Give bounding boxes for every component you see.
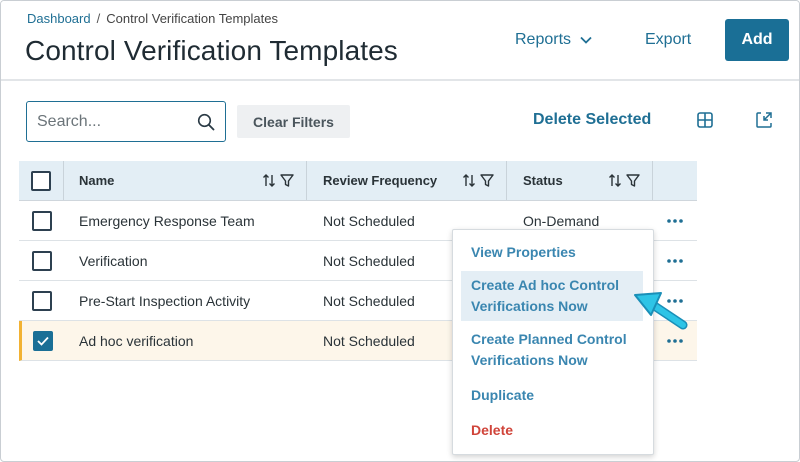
column-header-actions <box>653 161 697 200</box>
row-name: Emergency Response Team <box>79 212 255 229</box>
menu-item-create-adhoc-line1: Create Ad hoc Control <box>471 277 620 293</box>
page-title: Control Verification Templates <box>25 35 398 66</box>
row-checkbox[interactable] <box>31 210 52 231</box>
row-name: Verification <box>79 252 148 269</box>
row-checkbox-checked[interactable] <box>33 330 53 351</box>
delete-selected-button[interactable]: Delete Selected <box>533 111 651 129</box>
menu-item-create-adhoc[interactable]: Create Ad hoc Control Verifications Now <box>461 271 643 321</box>
menu-item-view-properties[interactable]: View Properties <box>453 238 653 267</box>
sort-icon[interactable] <box>608 173 622 188</box>
menu-item-create-planned-line2: Verifications Now <box>471 352 588 368</box>
row-actions-cell <box>653 201 697 240</box>
column-header-name[interactable]: Name <box>64 161 307 200</box>
column-status-label: Status <box>523 173 563 188</box>
more-actions-icon[interactable] <box>666 218 684 224</box>
row-select-cell <box>19 241 64 280</box>
table-header: Name Review Frequency Status <box>19 161 697 201</box>
menu-item-delete[interactable]: Delete <box>453 416 653 445</box>
menu-item-create-planned-line1: Create Planned Control <box>471 331 627 347</box>
filter-icon[interactable] <box>480 173 494 188</box>
reports-dropdown[interactable]: Reports <box>515 27 593 53</box>
add-button[interactable]: Add <box>725 19 789 61</box>
more-actions-icon[interactable] <box>666 338 684 344</box>
sort-icon[interactable] <box>462 173 476 188</box>
clear-filters-button[interactable]: Clear Filters <box>237 105 350 138</box>
export-button[interactable]: Export <box>645 27 691 53</box>
row-name: Ad hoc verification <box>79 332 194 349</box>
header-select-all-cell <box>19 161 64 200</box>
row-actions-cell <box>653 241 697 280</box>
checkmark-icon <box>37 336 49 346</box>
search-box <box>26 101 226 142</box>
column-header-status[interactable]: Status <box>507 161 653 200</box>
row-select-cell <box>19 201 64 240</box>
menu-item-duplicate[interactable]: Duplicate <box>453 381 653 410</box>
app-frame: Dashboard / Control Verification Templates… <box>0 0 800 462</box>
filter-icon[interactable] <box>280 173 294 188</box>
name-sort-filter <box>262 173 294 188</box>
row-select-cell <box>22 321 64 360</box>
more-actions-icon[interactable] <box>666 258 684 264</box>
filter-icon[interactable] <box>626 173 640 188</box>
menu-item-create-planned[interactable]: Create Planned Control Verifications Now <box>453 325 653 375</box>
row-name: Pre-Start Inspection Activity <box>79 292 251 309</box>
menu-item-create-adhoc-line2: Verifications Now <box>471 298 588 314</box>
breadcrumb-current: Control Verification Templates <box>106 11 278 26</box>
grid-view-icon[interactable] <box>696 111 714 129</box>
reports-label: Reports <box>515 31 572 48</box>
row-checkbox[interactable] <box>31 290 52 311</box>
breadcrumb-dashboard-link[interactable]: Dashboard <box>27 11 91 26</box>
row-select-cell <box>19 281 64 320</box>
collapse-icon[interactable] <box>755 111 773 129</box>
sort-icon[interactable] <box>262 173 276 188</box>
breadcrumb: Dashboard / Control Verification Templates <box>27 11 278 26</box>
search-input[interactable] <box>37 112 187 131</box>
row-checkbox[interactable] <box>31 250 52 271</box>
select-all-checkbox[interactable] <box>31 170 51 191</box>
column-header-review-frequency[interactable]: Review Frequency <box>307 161 507 200</box>
frequency-sort-filter <box>462 173 494 188</box>
breadcrumb-separator: / <box>96 11 101 26</box>
page-header: Dashboard / Control Verification Templates… <box>1 1 799 81</box>
chevron-down-icon <box>580 36 592 44</box>
pointer-arrow-icon <box>634 292 688 330</box>
row-context-menu: View Properties Create Ad hoc Control Ve… <box>452 229 654 455</box>
column-frequency-label: Review Frequency <box>323 173 438 188</box>
status-sort-filter <box>608 173 640 188</box>
search-icon[interactable] <box>197 113 215 131</box>
column-name-label: Name <box>79 173 115 188</box>
